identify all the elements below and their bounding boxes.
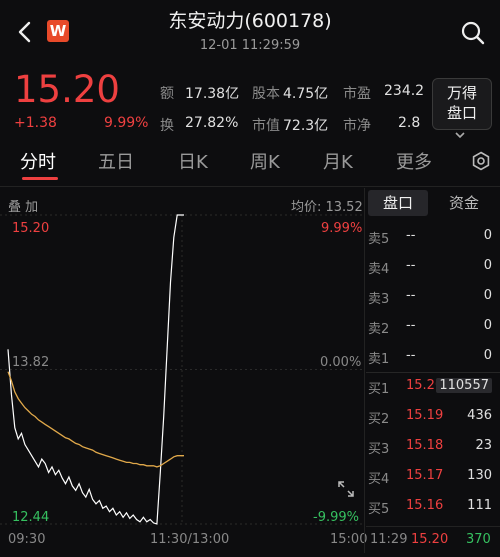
orderbook-row-ask: 卖4 -- 0 xyxy=(366,251,496,281)
stat-value-mcap: 72.3亿 xyxy=(283,118,329,134)
wande-line2: 盘口 xyxy=(446,104,477,122)
orderbook-row-bid: 买2 15.19 436 xyxy=(366,401,496,431)
orderbook-volume: 0 xyxy=(483,318,492,333)
tab-five-day[interactable]: 五日 xyxy=(98,148,134,174)
y-label-low: 12.44 xyxy=(12,510,50,525)
tab-daily-k[interactable]: 日K xyxy=(178,148,208,174)
tab-more[interactable]: 更多 xyxy=(396,148,432,174)
orderbook-volume: 0 xyxy=(483,288,492,303)
tab-weekly-k[interactable]: 周K xyxy=(250,148,280,174)
tab-funds[interactable]: 资金 xyxy=(434,190,494,216)
price-change: +1.38 xyxy=(14,115,57,131)
settings-button[interactable] xyxy=(471,151,491,171)
tab-monthly-k[interactable]: 月K xyxy=(323,148,353,174)
tab-intraday[interactable]: 分时 xyxy=(20,148,56,174)
orderbook-volume: 130 xyxy=(467,468,492,483)
active-tab-indicator xyxy=(22,177,58,180)
orderbook-price: -- xyxy=(406,318,416,333)
orderbook-price: 15.18 xyxy=(406,438,444,453)
y-label-high-pct: 9.99% xyxy=(321,221,363,236)
stat-label-mcap: 市值 xyxy=(252,118,280,134)
orderbook-level-label: 买1 xyxy=(368,382,390,397)
stat-label-pe: 市盈 xyxy=(343,86,371,102)
stat-label-shares: 股本 xyxy=(252,86,280,102)
orderbook-level-label: 卖4 xyxy=(368,262,390,277)
last-trade-volume: 370 xyxy=(466,532,491,547)
tab-orderbook[interactable]: 盘口 xyxy=(368,190,428,216)
orderbook-level-label: 卖5 xyxy=(368,232,390,247)
orderbook-row-ask: 卖5 -- 0 xyxy=(366,221,496,251)
y-label-high: 15.20 xyxy=(12,221,50,236)
orderbook-row-bid: 买4 15.17 130 xyxy=(366,461,496,491)
gear-icon xyxy=(472,151,490,171)
y-label-low-pct: -9.99% xyxy=(313,510,359,525)
overlay-button[interactable]: 叠 加 xyxy=(8,196,38,215)
wande-line1: 万得 xyxy=(446,84,477,102)
stock-title: 东安动力(600178) xyxy=(168,10,332,32)
chart-svg xyxy=(0,214,362,525)
avg-price-label: 均价: 13.52 xyxy=(291,200,363,215)
orderbook-price: 15.19 xyxy=(406,408,444,423)
orderbook-level-label: 卖1 xyxy=(368,352,390,367)
orderbook-price: -- xyxy=(406,288,416,303)
orderbook-level-label: 卖3 xyxy=(368,292,390,307)
orderbook-level-label: 买4 xyxy=(368,472,390,487)
series-line-avg xyxy=(7,371,184,468)
orderbook-price: -- xyxy=(406,348,416,363)
stat-label-turnover: 换 xyxy=(160,118,174,134)
orderbook-volume: 111 xyxy=(467,498,492,513)
search-icon xyxy=(461,21,485,45)
orderbook-volume: 0 xyxy=(483,258,492,273)
price-change-pct: 9.99% xyxy=(104,115,149,131)
expand-icon xyxy=(338,481,354,497)
expand-chart-button[interactable] xyxy=(338,481,354,497)
divider xyxy=(0,186,500,187)
x-label-start: 09:30 xyxy=(8,532,46,547)
orderbook-tabs: 盘口 资金 xyxy=(366,190,500,216)
x-label-end: 15:00 xyxy=(330,532,368,547)
orderbook-volume: 110557 xyxy=(436,378,492,393)
y-label-mid-pct: 0.00% xyxy=(320,355,362,370)
orderbook-row-bid: 买5 15.16 111 xyxy=(366,491,496,521)
last-trade-time: 11:29 xyxy=(370,532,408,547)
orderbook-volume: 23 xyxy=(475,438,492,453)
orderbook-row-bid: 买1 15.20 110557 xyxy=(366,371,496,401)
stat-value-amount: 17.38亿 xyxy=(185,86,240,102)
orderbook-level-label: 买2 xyxy=(368,412,390,427)
ask-bid-divider xyxy=(366,372,500,373)
trade-divider xyxy=(366,526,500,527)
orderbook-volume: 0 xyxy=(483,228,492,243)
orderbook-price: 15.17 xyxy=(406,468,444,483)
orderbook-level-label: 买3 xyxy=(368,442,390,457)
orderbook-price: -- xyxy=(406,228,416,243)
stat-label-pb: 市净 xyxy=(343,118,371,134)
orderbook-row-ask: 卖3 -- 0 xyxy=(366,281,496,311)
stat-label-amount: 额 xyxy=(160,86,174,102)
intraday-chart[interactable] xyxy=(0,188,365,553)
orderbook-level-label: 卖2 xyxy=(368,322,390,337)
orderbook-level-label: 买5 xyxy=(368,502,390,517)
panel-divider xyxy=(364,188,365,553)
stat-value-pb: 2.8 xyxy=(398,115,421,131)
quote-time: 12-01 11:29:59 xyxy=(199,38,301,53)
stat-value-turnover: 27.82% xyxy=(185,115,239,131)
orderbook-volume: 436 xyxy=(467,408,492,423)
search-button[interactable] xyxy=(460,20,486,46)
wande-orderbook-button[interactable]: 万得 盘口 xyxy=(432,78,492,130)
stat-value-pe: 234.2 xyxy=(384,83,425,99)
stat-value-shares: 4.75亿 xyxy=(283,86,329,102)
current-price: 15.20 xyxy=(14,68,120,111)
orderbook-volume: 0 xyxy=(483,348,492,363)
chevron-down-icon xyxy=(454,124,466,139)
orderbook-row-ask: 卖1 -- 0 xyxy=(366,341,496,371)
x-label-mid: 11:30/13:00 xyxy=(150,532,230,547)
orderbook-row-ask: 卖2 -- 0 xyxy=(366,311,496,341)
orderbook-row-bid: 买3 15.18 23 xyxy=(366,431,496,461)
orderbook-price: 15.16 xyxy=(406,498,444,513)
last-trade-price: 15.20 xyxy=(411,532,449,547)
orderbook-price: -- xyxy=(406,258,416,273)
y-label-mid: 13.82 xyxy=(12,355,50,370)
